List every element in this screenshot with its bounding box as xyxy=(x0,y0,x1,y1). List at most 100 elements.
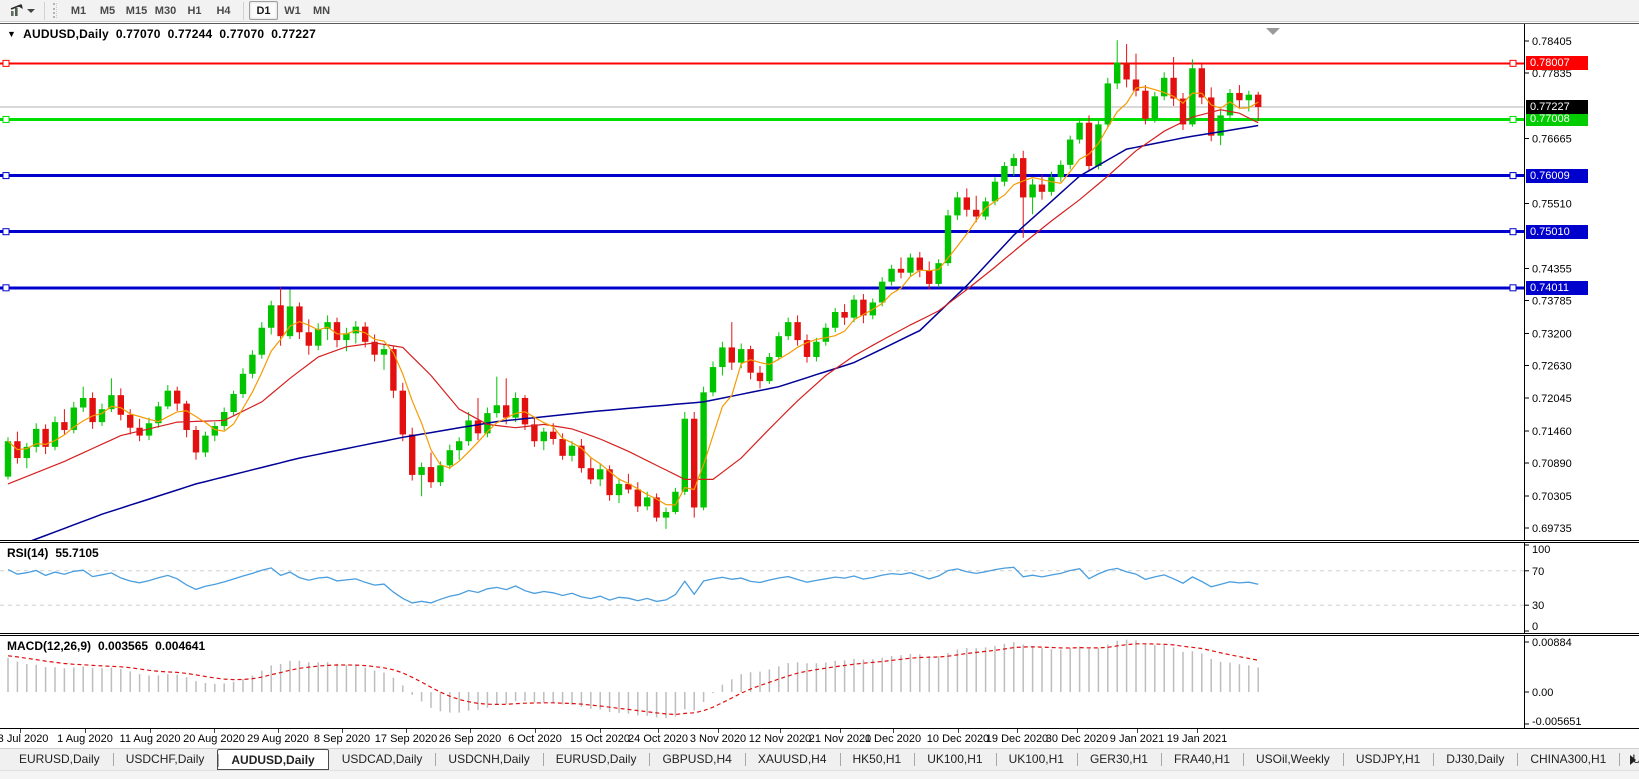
candle-body xyxy=(1086,123,1092,166)
tab-scroll-right-icon[interactable] xyxy=(1630,755,1636,765)
rsi-tick-label: 0 xyxy=(1532,621,1538,633)
candle-body xyxy=(851,300,857,318)
rsi-current-value: 55.7105 xyxy=(55,546,98,560)
candle-body xyxy=(616,484,622,495)
candle-body xyxy=(1123,63,1129,80)
candle-body xyxy=(710,367,716,392)
timeframe-button-d1[interactable]: D1 xyxy=(249,1,278,20)
chart-tab-usdjpy-h1[interactable]: USDJPY,H1 xyxy=(1343,749,1433,770)
chart-tab-usoil-weekly[interactable]: USOil,Weekly xyxy=(1243,749,1343,770)
candle-body xyxy=(738,349,744,362)
candle-body xyxy=(888,269,894,282)
chart-tab-usdchf-daily[interactable]: USDCHF,Daily xyxy=(113,749,218,770)
candle-body xyxy=(776,336,782,357)
line-handle[interactable] xyxy=(1510,229,1516,235)
macd-canvas[interactable]: 0.008840.00-0.005651 xyxy=(0,636,1639,728)
timeframe-button-h1[interactable]: H1 xyxy=(180,1,209,20)
chart-tab-usdcnh-daily[interactable]: USDCNH,Daily xyxy=(435,749,542,770)
line-handle[interactable] xyxy=(1510,173,1516,179)
candle-body xyxy=(52,422,58,447)
line-handle[interactable] xyxy=(3,285,9,291)
candle-body xyxy=(259,328,265,355)
chart-tab-gbpusd-h4[interactable]: GBPUSD,H4 xyxy=(649,749,744,770)
price-chart-canvas[interactable]: 0.784050.778350.766650.755100.743550.737… xyxy=(0,24,1639,541)
line-handle[interactable] xyxy=(1510,60,1516,66)
macd-main-value: 0.003565 xyxy=(98,639,148,653)
macd-signal-value: 0.004641 xyxy=(155,639,205,653)
rsi-tick-label: 30 xyxy=(1532,600,1544,612)
candle-body xyxy=(964,197,970,209)
candle-body xyxy=(719,347,725,367)
macd-indicator-pane[interactable]: 0.008840.00-0.005651 MACD(12,26,9) 0.003… xyxy=(0,636,1639,728)
price-badge-0.77008: 0.77008 xyxy=(1526,112,1588,126)
timeframe-button-group: M1M5M15M30H1H4 D1W1MN xyxy=(64,1,336,20)
timeframe-button-m5[interactable]: M5 xyxy=(93,1,122,20)
rsi-name: RSI(14) xyxy=(7,546,48,560)
rsi-canvas[interactable]: 10070300 xyxy=(0,543,1639,633)
chart-tab-fra40-h1[interactable]: FRA40,H1 xyxy=(1161,749,1243,770)
timeframe-button-m1[interactable]: M1 xyxy=(64,1,93,20)
price-tick-label: 0.75510 xyxy=(1532,199,1572,211)
price-chart-pane[interactable]: 0.784050.778350.766650.755100.743550.737… xyxy=(0,23,1639,540)
timeframe-button-h4[interactable]: H4 xyxy=(209,1,238,20)
chart-tab-usdcad-daily[interactable]: USDCAD,Daily xyxy=(329,749,436,770)
candle-body xyxy=(447,450,453,465)
chart-tab-uk100-h1[interactable]: UK100,H1 xyxy=(914,749,995,770)
candle-body xyxy=(1152,96,1158,118)
candle-body xyxy=(61,422,67,430)
candle-body xyxy=(230,394,236,412)
chart-tab-eurusd-daily[interactable]: EURUSD,Daily xyxy=(543,749,650,770)
candle-body xyxy=(879,282,885,303)
candle-body xyxy=(494,405,500,413)
line-handle[interactable] xyxy=(1510,116,1516,122)
candle-body xyxy=(1255,95,1261,107)
candle-body xyxy=(456,441,462,450)
chart-shift-marker-icon[interactable] xyxy=(1266,28,1280,35)
chart-tab-uk100-h1[interactable]: UK100,H1 xyxy=(996,749,1077,770)
toolbar-grip-handle[interactable] xyxy=(53,3,57,18)
candle-body xyxy=(663,512,669,518)
chart-tab-xauusd-h4[interactable]: XAUUSD,H4 xyxy=(745,749,840,770)
time-axis[interactable]: 23 Jul 20201 Aug 202011 Aug 202020 Aug 2… xyxy=(0,728,1639,748)
candle-body xyxy=(1076,123,1082,140)
line-handle[interactable] xyxy=(3,60,9,66)
price-tick-label: 0.70305 xyxy=(1532,491,1572,503)
chart-tab-audusd-daily[interactable]: AUDUSD,Daily xyxy=(217,749,328,770)
chart-tool-group[interactable] xyxy=(5,3,39,18)
macd-tick-label: -0.005651 xyxy=(1532,716,1582,728)
line-handle[interactable] xyxy=(3,229,9,235)
chart-tab-dj30-daily[interactable]: DJ30,Daily xyxy=(1433,749,1517,770)
chart-tab-china300-h1[interactable]: CHINA300,H1 xyxy=(1517,749,1619,770)
candle-body xyxy=(729,347,735,362)
line-handle[interactable] xyxy=(3,116,9,122)
rsi-indicator-pane[interactable]: 10070300 RSI(14) 55.7105 xyxy=(0,543,1639,633)
candle-body xyxy=(268,305,274,327)
line-handle[interactable] xyxy=(1510,285,1516,291)
price-badge-0.74011: 0.74011 xyxy=(1526,281,1588,295)
candle-body xyxy=(1058,165,1064,177)
candle-body xyxy=(296,306,302,332)
candle-body xyxy=(202,436,208,453)
price-tick-label: 0.69735 xyxy=(1532,523,1572,535)
line-handle[interactable] xyxy=(3,173,9,179)
timeframe-button-m30[interactable]: M30 xyxy=(151,1,180,20)
candle-body xyxy=(1208,97,1214,135)
timeframe-button-mn[interactable]: MN xyxy=(307,1,336,20)
candle-body xyxy=(127,415,133,428)
macd-tick-label: 0.00 xyxy=(1532,687,1553,699)
candle-body xyxy=(174,391,180,404)
candle-body xyxy=(1067,140,1073,165)
candle-body xyxy=(80,398,86,408)
candle-body xyxy=(334,322,340,340)
candle-body xyxy=(5,441,11,476)
title-dropdown-arrow-icon[interactable]: ▼ xyxy=(7,29,16,41)
candle-body xyxy=(898,269,904,273)
candle-body xyxy=(682,419,688,492)
candle-body xyxy=(926,270,932,283)
chart-tab-hk50-h1[interactable]: HK50,H1 xyxy=(840,749,915,770)
candle-body xyxy=(437,465,443,482)
timeframe-button-m15[interactable]: M15 xyxy=(122,1,151,20)
chart-tab-ger30-h1[interactable]: GER30,H1 xyxy=(1077,749,1161,770)
timeframe-button-w1[interactable]: W1 xyxy=(278,1,307,20)
chart-tab-eurusd-daily[interactable]: EURUSD,Daily xyxy=(6,749,113,770)
